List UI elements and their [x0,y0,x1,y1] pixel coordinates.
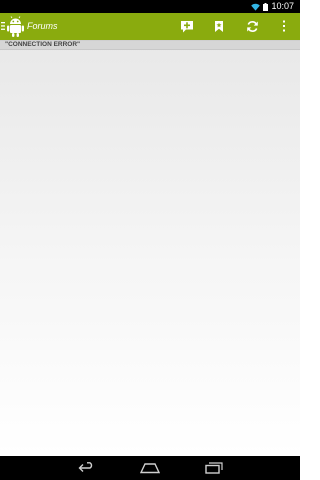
bookmarks-button[interactable] [210,17,228,35]
action-bar: Forums [0,13,300,40]
new-message-icon [181,20,193,32]
bookmark-icon [215,20,223,32]
overflow-menu-button[interactable] [275,17,293,35]
status-bar: 10:07 [0,0,300,13]
wifi-icon [251,3,261,11]
navigation-bar [0,456,300,480]
forum-list-area: "CONNECTION ERROR" [0,40,300,456]
drawer-indicator-icon[interactable] [1,22,5,30]
refresh-icon [246,20,258,32]
back-button[interactable] [75,460,99,476]
battery-icon [263,2,269,11]
home-icon [140,463,160,474]
refresh-button[interactable] [243,17,261,35]
home-button[interactable] [138,460,162,476]
back-icon [78,462,93,472]
status-time: 10:07 [271,1,294,11]
error-banner: "CONNECTION ERROR" [0,40,300,50]
new-post-button[interactable] [178,17,196,35]
recent-apps-button[interactable] [202,460,226,476]
android-logo-icon[interactable] [6,16,25,38]
error-message: "CONNECTION ERROR" [5,41,81,48]
overflow-menu-icon [283,20,285,32]
page-title: Forums [27,21,58,31]
recent-apps-icon [205,462,223,474]
status-icons: 10:07 [251,0,294,13]
